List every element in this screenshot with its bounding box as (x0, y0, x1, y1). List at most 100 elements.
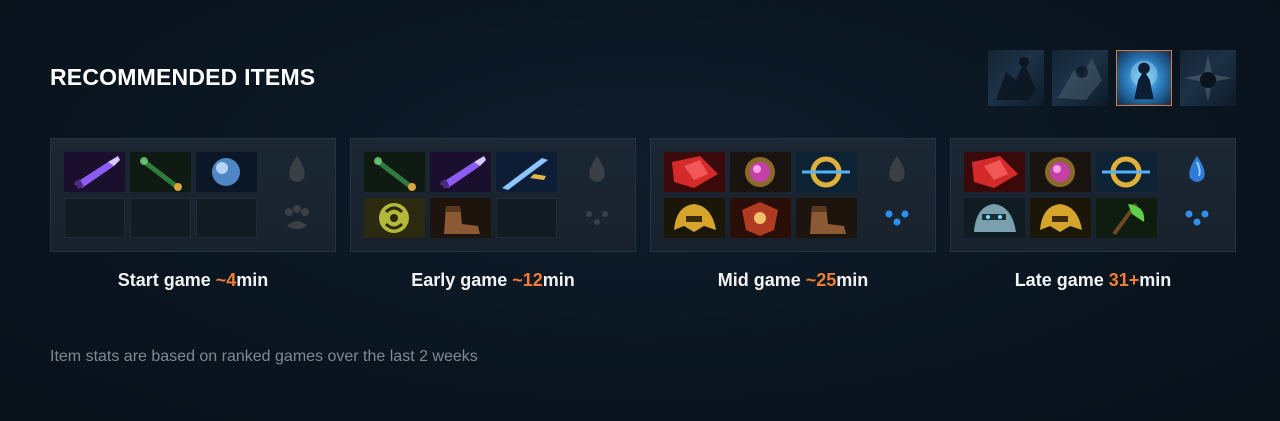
dark-dots-icon (586, 211, 608, 225)
neutral-slots (277, 152, 317, 238)
item-build-stages: Start game ~4min Early game ~12min Mid gam… (50, 138, 1236, 291)
stats-footnote: Item stats are based on ranked games ove… (50, 348, 478, 365)
item-slot[interactable] (964, 152, 1025, 192)
item-slot[interactable] (1096, 152, 1157, 192)
golden-helm-icon (664, 198, 725, 238)
green-wand-icon (130, 152, 191, 192)
section-title: RECOMMENDED ITEMS (50, 64, 316, 90)
item-slots (64, 152, 257, 238)
stage-name: Early game (411, 270, 513, 290)
steel-helm-icon (964, 198, 1025, 238)
green-wand-icon (364, 152, 425, 192)
hero-strike-icon (1058, 58, 1102, 100)
item-slot[interactable] (64, 152, 125, 192)
dark-drop-icon (589, 156, 605, 182)
item-slot[interactable] (664, 198, 725, 238)
item-slot[interactable] (730, 198, 791, 238)
pink-orb-icon (730, 152, 791, 192)
stage-unit: min (236, 270, 269, 290)
empty-item-slot (496, 198, 557, 238)
red-gem-icon (964, 152, 1025, 192)
item-panel (350, 138, 636, 252)
item-panel (950, 138, 1236, 252)
stage-duration: ~12 (512, 270, 543, 290)
blue-dots-icon (885, 210, 909, 226)
ability-3-button[interactable] (1116, 50, 1172, 106)
neutral-item-slot[interactable] (877, 198, 917, 238)
neutral-slots (1177, 152, 1217, 238)
neutral-item-slot[interactable] (1177, 198, 1217, 238)
stage-unit: min (836, 270, 869, 290)
blue-drop-icon (1189, 156, 1205, 182)
empty-item-slot (196, 198, 257, 238)
stage-name: Start game (117, 270, 216, 290)
item-slot[interactable] (796, 198, 857, 238)
item-slot[interactable] (1030, 198, 1091, 238)
brown-boots-icon (430, 198, 491, 238)
stage-name: Late game (1014, 270, 1109, 290)
purple-dagger-icon (64, 152, 125, 192)
stage-label: Late game 31+min (950, 270, 1236, 291)
item-slot[interactable] (430, 152, 491, 192)
neutral-item-slot[interactable] (577, 152, 617, 192)
golden-helm-icon (1030, 198, 1091, 238)
item-slots (964, 152, 1157, 238)
stage-duration: ~25 (805, 270, 837, 290)
stage-unit: min (1139, 270, 1172, 290)
dark-paw-icon (285, 205, 309, 229)
blue-sword-icon (496, 152, 557, 192)
stage-unit: min (542, 270, 575, 290)
green-axe-icon (1096, 198, 1157, 238)
item-slot[interactable] (964, 198, 1025, 238)
golden-ring-icon (796, 152, 857, 192)
item-slot[interactable] (130, 152, 191, 192)
neutral-slots (577, 152, 617, 238)
empty-item-slot (130, 198, 191, 238)
item-panel (650, 138, 936, 252)
item-slot[interactable] (364, 198, 425, 238)
red-shield-icon (730, 198, 791, 238)
item-slot[interactable] (1030, 152, 1091, 192)
hero-silhouette-icon (996, 57, 1036, 100)
red-gem-icon (664, 152, 725, 192)
neutral-item-slot[interactable] (1177, 152, 1217, 192)
neutral-item-slot[interactable] (277, 152, 317, 192)
item-slot[interactable] (196, 152, 257, 192)
ability-1-button[interactable] (988, 50, 1044, 106)
stage-label: Early game ~12min (350, 270, 636, 291)
blue-orb-icon (196, 152, 257, 192)
dark-drop-icon (889, 156, 905, 182)
item-slots (664, 152, 857, 238)
stage-3: Mid game ~25min (650, 138, 936, 291)
blue-dots-icon (1185, 210, 1209, 226)
purple-dagger-icon (430, 152, 491, 192)
stage-label: Start game ~4min (50, 270, 336, 291)
ability-2-button[interactable] (1052, 50, 1108, 106)
item-slot[interactable] (496, 152, 557, 192)
neutral-slots (877, 152, 917, 238)
item-slots (364, 152, 557, 238)
empty-item-slot (64, 198, 125, 238)
hero-ultimate-icon (1130, 60, 1158, 100)
neutral-item-slot[interactable] (877, 152, 917, 192)
neutral-item-slot[interactable] (277, 198, 317, 238)
item-slot[interactable] (730, 152, 791, 192)
stage-duration: ~4 (215, 270, 237, 290)
golden-ring-icon (1096, 152, 1157, 192)
stage-duration: 31+ (1108, 270, 1140, 290)
stage-name: Mid game (717, 270, 806, 290)
neutral-item-slot[interactable] (577, 198, 617, 238)
stage-2: Early game ~12min (350, 138, 636, 291)
pink-orb-icon (1030, 152, 1091, 192)
hero-burst-icon (1184, 54, 1232, 102)
ability-selector (988, 50, 1236, 106)
item-slot[interactable] (796, 152, 857, 192)
yellow-rune-icon (364, 198, 425, 238)
item-panel (50, 138, 336, 252)
item-slot[interactable] (430, 198, 491, 238)
stage-label: Mid game ~25min (650, 270, 936, 291)
ability-4-button[interactable] (1180, 50, 1236, 106)
item-slot[interactable] (664, 152, 725, 192)
item-slot[interactable] (1096, 198, 1157, 238)
item-slot[interactable] (364, 152, 425, 192)
